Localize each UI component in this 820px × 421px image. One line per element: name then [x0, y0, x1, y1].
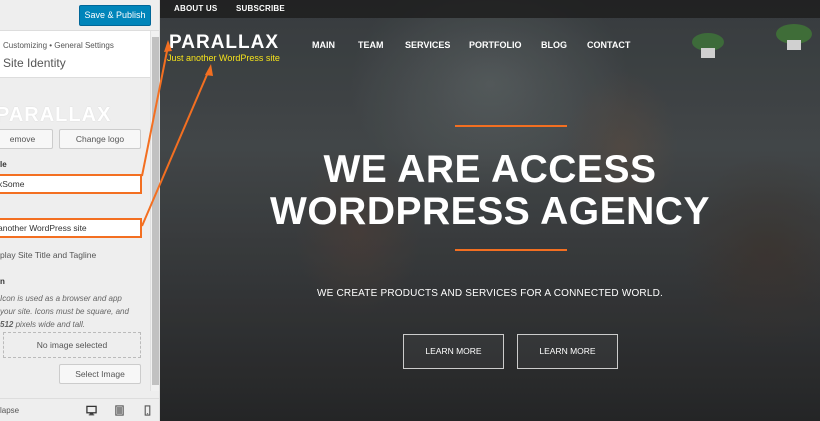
- nav-team[interactable]: TEAM: [358, 40, 384, 50]
- tagline-input[interactable]: another WordPress site: [0, 218, 142, 238]
- site-title[interactable]: PARALLAX: [169, 32, 279, 54]
- nav-blog[interactable]: BLOG: [541, 40, 567, 50]
- change-logo-button[interactable]: Change logo: [59, 129, 141, 149]
- breadcrumb: Customizing • General Settings: [3, 41, 114, 50]
- nav-portfolio[interactable]: PORTFOLIO: [469, 40, 522, 50]
- no-image-placeholder: No image selected: [3, 332, 141, 358]
- learn-more-button-1[interactable]: LEARN MORE: [403, 334, 504, 369]
- scrollbar-thumb[interactable]: [152, 37, 159, 385]
- display-title-checkbox-label[interactable]: play Site Title and Tagline: [0, 250, 96, 260]
- mobile-icon[interactable]: [142, 405, 153, 416]
- top-bar: ABOUT US SUBSCRIBE: [160, 0, 820, 18]
- section-title: Site Identity: [3, 56, 66, 70]
- site-icon-description: Icon is used as a browser and app your s…: [0, 294, 129, 329]
- select-image-button[interactable]: Select Image: [59, 364, 141, 384]
- topbar-about-link[interactable]: ABOUT US: [174, 4, 217, 13]
- nav-contact[interactable]: CONTACT: [587, 40, 630, 50]
- nav-main[interactable]: MAIN: [312, 40, 335, 50]
- panel-scrollbar[interactable]: [150, 31, 159, 391]
- site-icon-label: n: [0, 277, 5, 286]
- hero-divider-bottom: [455, 249, 567, 251]
- hero-title-line-1: WE ARE ACCESS: [323, 148, 657, 191]
- logo-preview: PARALLAX: [0, 104, 112, 126]
- plant-decoration: [776, 24, 812, 50]
- customizer-header: Save & Publish: [0, 0, 159, 31]
- learn-more-button-2[interactable]: LEARN MORE: [517, 334, 618, 369]
- section-header: Customizing • General Settings Site Iden…: [0, 31, 150, 78]
- plant-decoration: [692, 33, 724, 58]
- customizer-panel: Save & Publish Customizing • General Set…: [0, 0, 160, 421]
- collapse-button[interactable]: lapse: [0, 406, 19, 415]
- tablet-icon[interactable]: [114, 405, 125, 416]
- hero-subtitle: WE CREATE PRODUCTS AND SERVICES FOR A CO…: [316, 288, 664, 299]
- customizer-footer: lapse: [0, 398, 159, 421]
- nav-services[interactable]: SERVICES: [405, 40, 450, 50]
- site-tagline: Just another WordPress site: [167, 53, 280, 63]
- hero-title-line-2: WORDPRESS AGENCY: [270, 190, 710, 233]
- hero-divider-top: [455, 125, 567, 127]
- topbar-subscribe-link[interactable]: SUBSCRIBE: [236, 4, 285, 13]
- site-title-input[interactable]: xSome: [0, 174, 142, 194]
- desktop-icon[interactable]: [86, 405, 97, 416]
- site-title-label: le: [0, 160, 7, 169]
- site-preview: ABOUT US SUBSCRIBE PARALLAX Just another…: [160, 0, 820, 421]
- save-publish-button[interactable]: Save & Publish: [79, 5, 151, 26]
- remove-logo-button[interactable]: emove: [0, 129, 53, 149]
